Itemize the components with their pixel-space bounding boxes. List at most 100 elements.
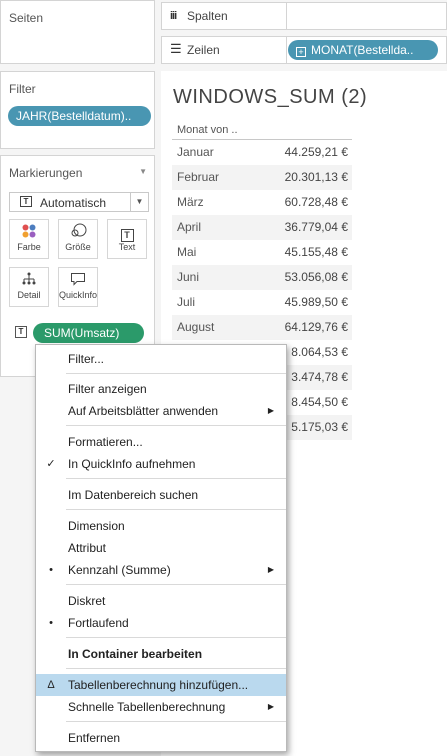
menu-item-find-in-data-pane[interactable]: Im Datenbereich suchen (36, 484, 286, 506)
table-row[interactable]: April 36.779,04 € (172, 215, 352, 240)
month-cell: April (177, 220, 202, 234)
value-cell: 3.474,78 € (291, 370, 348, 384)
value-cell: 45.989,50 € (284, 295, 348, 309)
menu-item-measure-sum[interactable]: • Kennzahl (Summe) ▶ (36, 559, 286, 581)
month-cell: März (177, 195, 204, 209)
chevron-down-icon: ▼ (130, 193, 148, 211)
value-cell: 8.064,53 € (291, 345, 348, 359)
detail-button[interactable]: Detail (9, 267, 49, 307)
tooltip-button-label: QuickInfo (59, 290, 98, 300)
detail-icon (10, 268, 48, 290)
table-row[interactable]: Juni 53.056,08 € (172, 265, 352, 290)
month-cell: Januar (177, 145, 214, 159)
columns-shelf[interactable]: iii Spalten (161, 2, 447, 30)
menu-item-show-filter[interactable]: Filter anzeigen (36, 378, 286, 400)
delta-icon: Δ (47, 679, 55, 691)
menu-item-dimension[interactable]: Dimension (36, 515, 286, 537)
submenu-arrow-icon: ▶ (267, 406, 274, 415)
menu-item-apply-to-worksheets[interactable]: Auf Arbeitsblätter anwenden ▶ (36, 400, 286, 422)
menu-item-quick-table-calculation[interactable]: Schnelle Tabellenberechnung ▶ (36, 696, 286, 718)
menu-item-include-in-tooltip[interactable]: ✓ In QuickInfo aufnehmen (36, 453, 286, 475)
submenu-arrow-icon: ▶ (267, 565, 274, 574)
rows-shelf[interactable]: ☰ Zeilen + MONAT(Bestellda.. (161, 36, 447, 64)
mark-type-value: Automatisch (40, 196, 107, 210)
menu-separator (66, 509, 286, 510)
value-cell: 60.728,48 € (284, 195, 348, 209)
table-column-header[interactable]: Monat von .. (172, 120, 352, 140)
menu-item-discrete[interactable]: Diskret (36, 590, 286, 612)
table-row[interactable]: März 60.728,48 € (172, 190, 352, 215)
text-icon: T (108, 220, 146, 242)
color-dots-icon (10, 220, 48, 242)
month-cell: Juni (177, 270, 200, 284)
tooltip-button[interactable]: QuickInfo (58, 267, 98, 307)
value-cell: 8.454,50 € (291, 395, 348, 409)
menu-item-add-table-calculation[interactable]: Δ Tabellenberechnung hinzufügen... (36, 674, 286, 696)
month-rows-pill[interactable]: + MONAT(Bestellda.. (288, 40, 438, 60)
value-cell: 45.155,48 € (284, 245, 348, 259)
rows-shelf-label: Zeilen (187, 43, 220, 57)
text-button-label: Text (118, 242, 136, 252)
menu-item-format[interactable]: Formatieren... (36, 431, 286, 453)
columns-shelf-divider (286, 3, 287, 29)
value-cell: 44.259,21 € (284, 145, 348, 159)
month-cell: Februar (177, 170, 220, 184)
menu-item-remove[interactable]: Entfernen (36, 727, 286, 749)
table-row[interactable]: Januar 44.259,21 € (172, 140, 352, 165)
bullet-icon: • (49, 617, 53, 629)
menu-item-label: Im Datenbereich suchen (68, 488, 199, 502)
menu-item-label: In Container bearbeiten (68, 647, 203, 661)
bullet-icon: • (49, 564, 53, 576)
columns-icon: iii (170, 10, 177, 22)
table-row[interactable]: Februar 20.301,13 € (172, 165, 352, 190)
month-cell: August (177, 320, 215, 334)
pages-card: Seiten (0, 0, 155, 64)
menu-item-attribute[interactable]: Attribut (36, 537, 286, 559)
menu-separator (66, 668, 286, 669)
submenu-arrow-icon: ▶ (267, 702, 274, 711)
menu-item-continuous[interactable]: • Fortlaufend (36, 612, 286, 634)
mark-type-icon: T (20, 196, 32, 207)
viz-title: WINDOWS_SUM (2) (173, 86, 368, 108)
filter-card-title: Filter (9, 82, 36, 96)
menu-separator (66, 478, 286, 479)
menu-item-edit-in-shelf[interactable]: In Container bearbeiten (36, 643, 286, 665)
text-field-icon: T (15, 326, 27, 338)
pages-card-title: Seiten (9, 11, 44, 25)
menu-item-label: Formatieren... (68, 435, 143, 449)
menu-separator (66, 425, 286, 426)
rows-shelf-divider (286, 37, 287, 63)
tooltip-icon (59, 268, 97, 290)
menu-item-filter[interactable]: Filter... (36, 348, 286, 370)
menu-item-label: Entfernen (68, 731, 121, 745)
menu-item-label: Kennzahl (Summe) (68, 563, 171, 577)
menu-item-label: Diskret (68, 594, 106, 608)
menu-item-label: Attribut (68, 541, 107, 555)
menu-separator (66, 373, 286, 374)
menu-item-label: Fortlaufend (68, 616, 129, 630)
expand-plus-icon[interactable]: + (296, 47, 306, 57)
value-cell: 36.779,04 € (284, 220, 348, 234)
filter-pill[interactable]: JAHR(Bestelldatum).. (8, 106, 151, 126)
menu-item-label: Tabellenberechnung hinzufügen... (68, 678, 249, 692)
color-button[interactable]: Farbe (9, 219, 49, 259)
menu-separator (66, 637, 286, 638)
menu-item-label: In QuickInfo aufnehmen (68, 457, 196, 471)
mark-type-dropdown[interactable]: T Automatisch ▼ (9, 192, 149, 212)
sum-field-pill[interactable]: SUM(Umsatz) (33, 323, 144, 343)
month-cell: Juli (177, 295, 196, 309)
checkmark-icon: ✓ (46, 458, 56, 470)
table-row[interactable]: Mai 45.155,48 € (172, 240, 352, 265)
menu-item-label: Auf Arbeitsblätter anwenden (68, 404, 219, 418)
menu-separator (66, 721, 286, 722)
marks-card-collapse-icon[interactable]: ▼ (139, 167, 147, 176)
table-row[interactable]: August 64.129,76 € (172, 315, 352, 340)
value-cell: 53.056,08 € (284, 270, 348, 284)
month-cell: Mai (177, 245, 197, 259)
color-button-label: Farbe (17, 242, 41, 252)
size-button[interactable]: Größe (58, 219, 98, 259)
text-button[interactable]: T Text (107, 219, 147, 259)
menu-item-label: Schnelle Tabellenberechnung (68, 700, 226, 714)
value-cell: 64.129,76 € (284, 320, 348, 334)
table-row[interactable]: Juli 45.989,50 € (172, 290, 352, 315)
